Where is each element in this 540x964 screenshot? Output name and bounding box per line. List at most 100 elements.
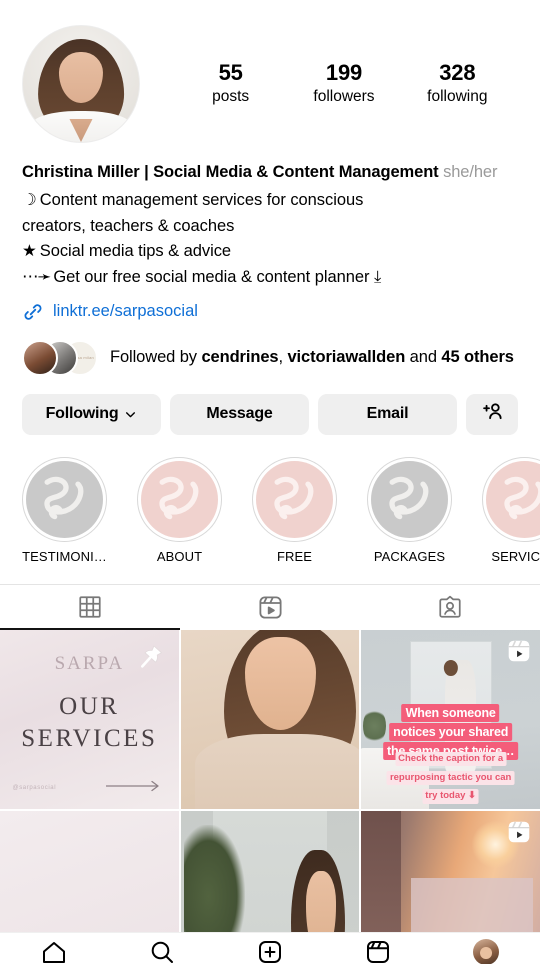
grid-tab[interactable]	[0, 585, 180, 630]
highlight-services[interactable]: SERVICES	[482, 456, 540, 564]
bio-link-text[interactable]: linktr.ee/sarpasocial	[53, 302, 198, 321]
profile-avatar-wrap[interactable]	[22, 25, 140, 143]
following-button[interactable]: Following	[22, 393, 161, 435]
highlight-cover	[486, 460, 540, 538]
reels-icon	[365, 939, 391, 964]
following-button-label: Following	[45, 405, 119, 423]
post-cell-2[interactable]	[180, 629, 360, 809]
profile-tabs	[0, 583, 540, 630]
stat-followers[interactable]: 199 followers	[306, 60, 382, 107]
highlight-ring	[252, 456, 337, 542]
followed-by-text: Followed by cendrines, victoriawallden a…	[110, 346, 514, 370]
followed-by-others[interactable]: 45 others	[441, 348, 514, 366]
followed-by-avatars: Theresa milan	[22, 339, 98, 376]
swirl-icon	[504, 476, 540, 520]
swirl-icon	[44, 476, 84, 520]
reels-nav-item[interactable]	[324, 939, 432, 964]
post-1-title: OUR SERVICES	[0, 691, 179, 756]
dotted-arrow-icon: ⋯➛	[22, 268, 51, 287]
reels-badge-icon	[508, 640, 530, 662]
post-3-caption-line-2: notices your shared	[389, 722, 513, 741]
profile-action-buttons: Following Message Email	[0, 376, 540, 435]
create-nav-item[interactable]	[216, 939, 324, 964]
message-button-label: Message	[206, 405, 273, 423]
tagged-icon	[437, 594, 463, 620]
arrow-right-icon	[106, 781, 160, 792]
highlight-label: TESTIMONI…	[22, 548, 107, 564]
post-3-subcaption: Check the caption for a repurposing tact…	[379, 748, 522, 805]
tagged-tab[interactable]	[360, 585, 540, 630]
post-3-subcaption-line-2: repurposing tactic you can	[386, 770, 515, 785]
mutual-user-1[interactable]: cendrines	[201, 348, 278, 366]
swirl-icon	[159, 476, 199, 520]
reels-tab[interactable]	[180, 585, 360, 630]
highlight-label: SERVICES	[491, 548, 540, 564]
email-button[interactable]: Email	[318, 393, 457, 435]
highlight-label: PACKAGES	[373, 548, 446, 564]
add-square-icon	[257, 939, 283, 964]
bio-line-1: ☽ Content management services for conscio…	[22, 188, 518, 214]
highlight-cover	[26, 460, 103, 538]
followed-by-middle: and	[405, 348, 442, 367]
home-icon	[41, 939, 67, 964]
followed-by-prefix: Followed by	[110, 348, 202, 367]
stat-following[interactable]: 328 following	[419, 60, 495, 107]
bio-line-3: ★ Social media tips & advice	[22, 239, 518, 265]
highlight-ring	[367, 456, 452, 542]
highlight-ring	[22, 456, 107, 542]
pinned-post-icon	[141, 645, 163, 669]
highlight-ring	[482, 456, 540, 542]
pronouns: she/her	[443, 163, 498, 181]
add-person-button[interactable]	[466, 393, 518, 435]
bio-line-2-text: creators, teachers & coaches	[22, 216, 235, 235]
post-grid: SARPA OUR SERVICES @sarpasocial When som…	[0, 629, 540, 964]
post-cell-1[interactable]: SARPA OUR SERVICES @sarpasocial	[0, 629, 179, 809]
message-button[interactable]: Message	[170, 393, 309, 435]
display-name-text: Christina Miller | Social Media & Conten…	[22, 163, 439, 181]
stat-posts[interactable]: 55 posts	[193, 60, 269, 107]
bio-line-4: ⋯➛ Get our free social media & content pl…	[22, 265, 518, 291]
profile-header: 55 posts 199 followers 328 following	[0, 0, 540, 143]
swirl-icon	[274, 476, 314, 520]
highlight-ring	[137, 456, 222, 542]
stat-posts-label: posts	[212, 87, 250, 105]
highlight-label: ABOUT	[156, 548, 203, 564]
search-nav-item[interactable]	[108, 939, 216, 964]
followed-by-row[interactable]: Theresa milan Followed by cendrines, vic…	[0, 323, 540, 376]
post-cell-3[interactable]: When someone notices your shared the sam…	[361, 629, 540, 809]
link-icon	[22, 301, 44, 323]
star-icon: ★	[22, 242, 37, 261]
highlight-packages[interactable]: PACKAGES	[367, 456, 452, 564]
instagram-profile-screen: 55 posts 199 followers 328 following Chr…	[0, 0, 540, 964]
highlight-cover	[256, 460, 333, 538]
post-2-torso	[194, 733, 360, 809]
post-1-brand: SARPA	[54, 653, 125, 675]
swirl-icon	[389, 476, 429, 520]
profile-nav-item[interactable]	[432, 939, 540, 964]
avatar[interactable]	[22, 25, 140, 143]
stat-following-label: following	[427, 87, 488, 105]
bottom-navigation	[0, 932, 540, 964]
reels-icon	[257, 594, 284, 621]
home-nav-item[interactable]	[0, 939, 108, 964]
post-2-image	[180, 629, 360, 809]
stat-following-count: 328	[439, 60, 476, 86]
bio-line-3-text: Social media tips & advice	[39, 242, 232, 261]
download-arrow-icon: ⤓	[374, 268, 382, 287]
highlight-about[interactable]: ABOUT	[137, 456, 222, 564]
highlight-free[interactable]: FREE	[252, 456, 337, 564]
mutual-user-2[interactable]: victoriawallden	[287, 348, 405, 366]
highlight-testimonials[interactable]: TESTIMONI…	[22, 456, 107, 564]
highlight-label: FREE	[276, 548, 313, 564]
story-highlights: TESTIMONI… ABOUT FREE PACKAGES SERVIC	[0, 435, 540, 564]
bio-line-2: creators, teachers & coaches	[22, 214, 518, 240]
email-button-label: Email	[366, 405, 409, 423]
bio-text: ☽ Content management services for conscio…	[22, 188, 518, 291]
post-1-handle: @sarpasocial	[12, 784, 57, 791]
bio-line-1-text: Content management services for consciou…	[39, 190, 364, 209]
reels-badge-icon	[508, 821, 530, 842]
post-3-subcaption-line-3: try today ⬇	[422, 789, 480, 804]
bio-line-4-text: Get our free social media & content plan…	[53, 268, 370, 287]
post-1-title-line1: OUR	[59, 692, 120, 720]
bio-link-row[interactable]: linktr.ee/sarpasocial	[22, 301, 518, 323]
